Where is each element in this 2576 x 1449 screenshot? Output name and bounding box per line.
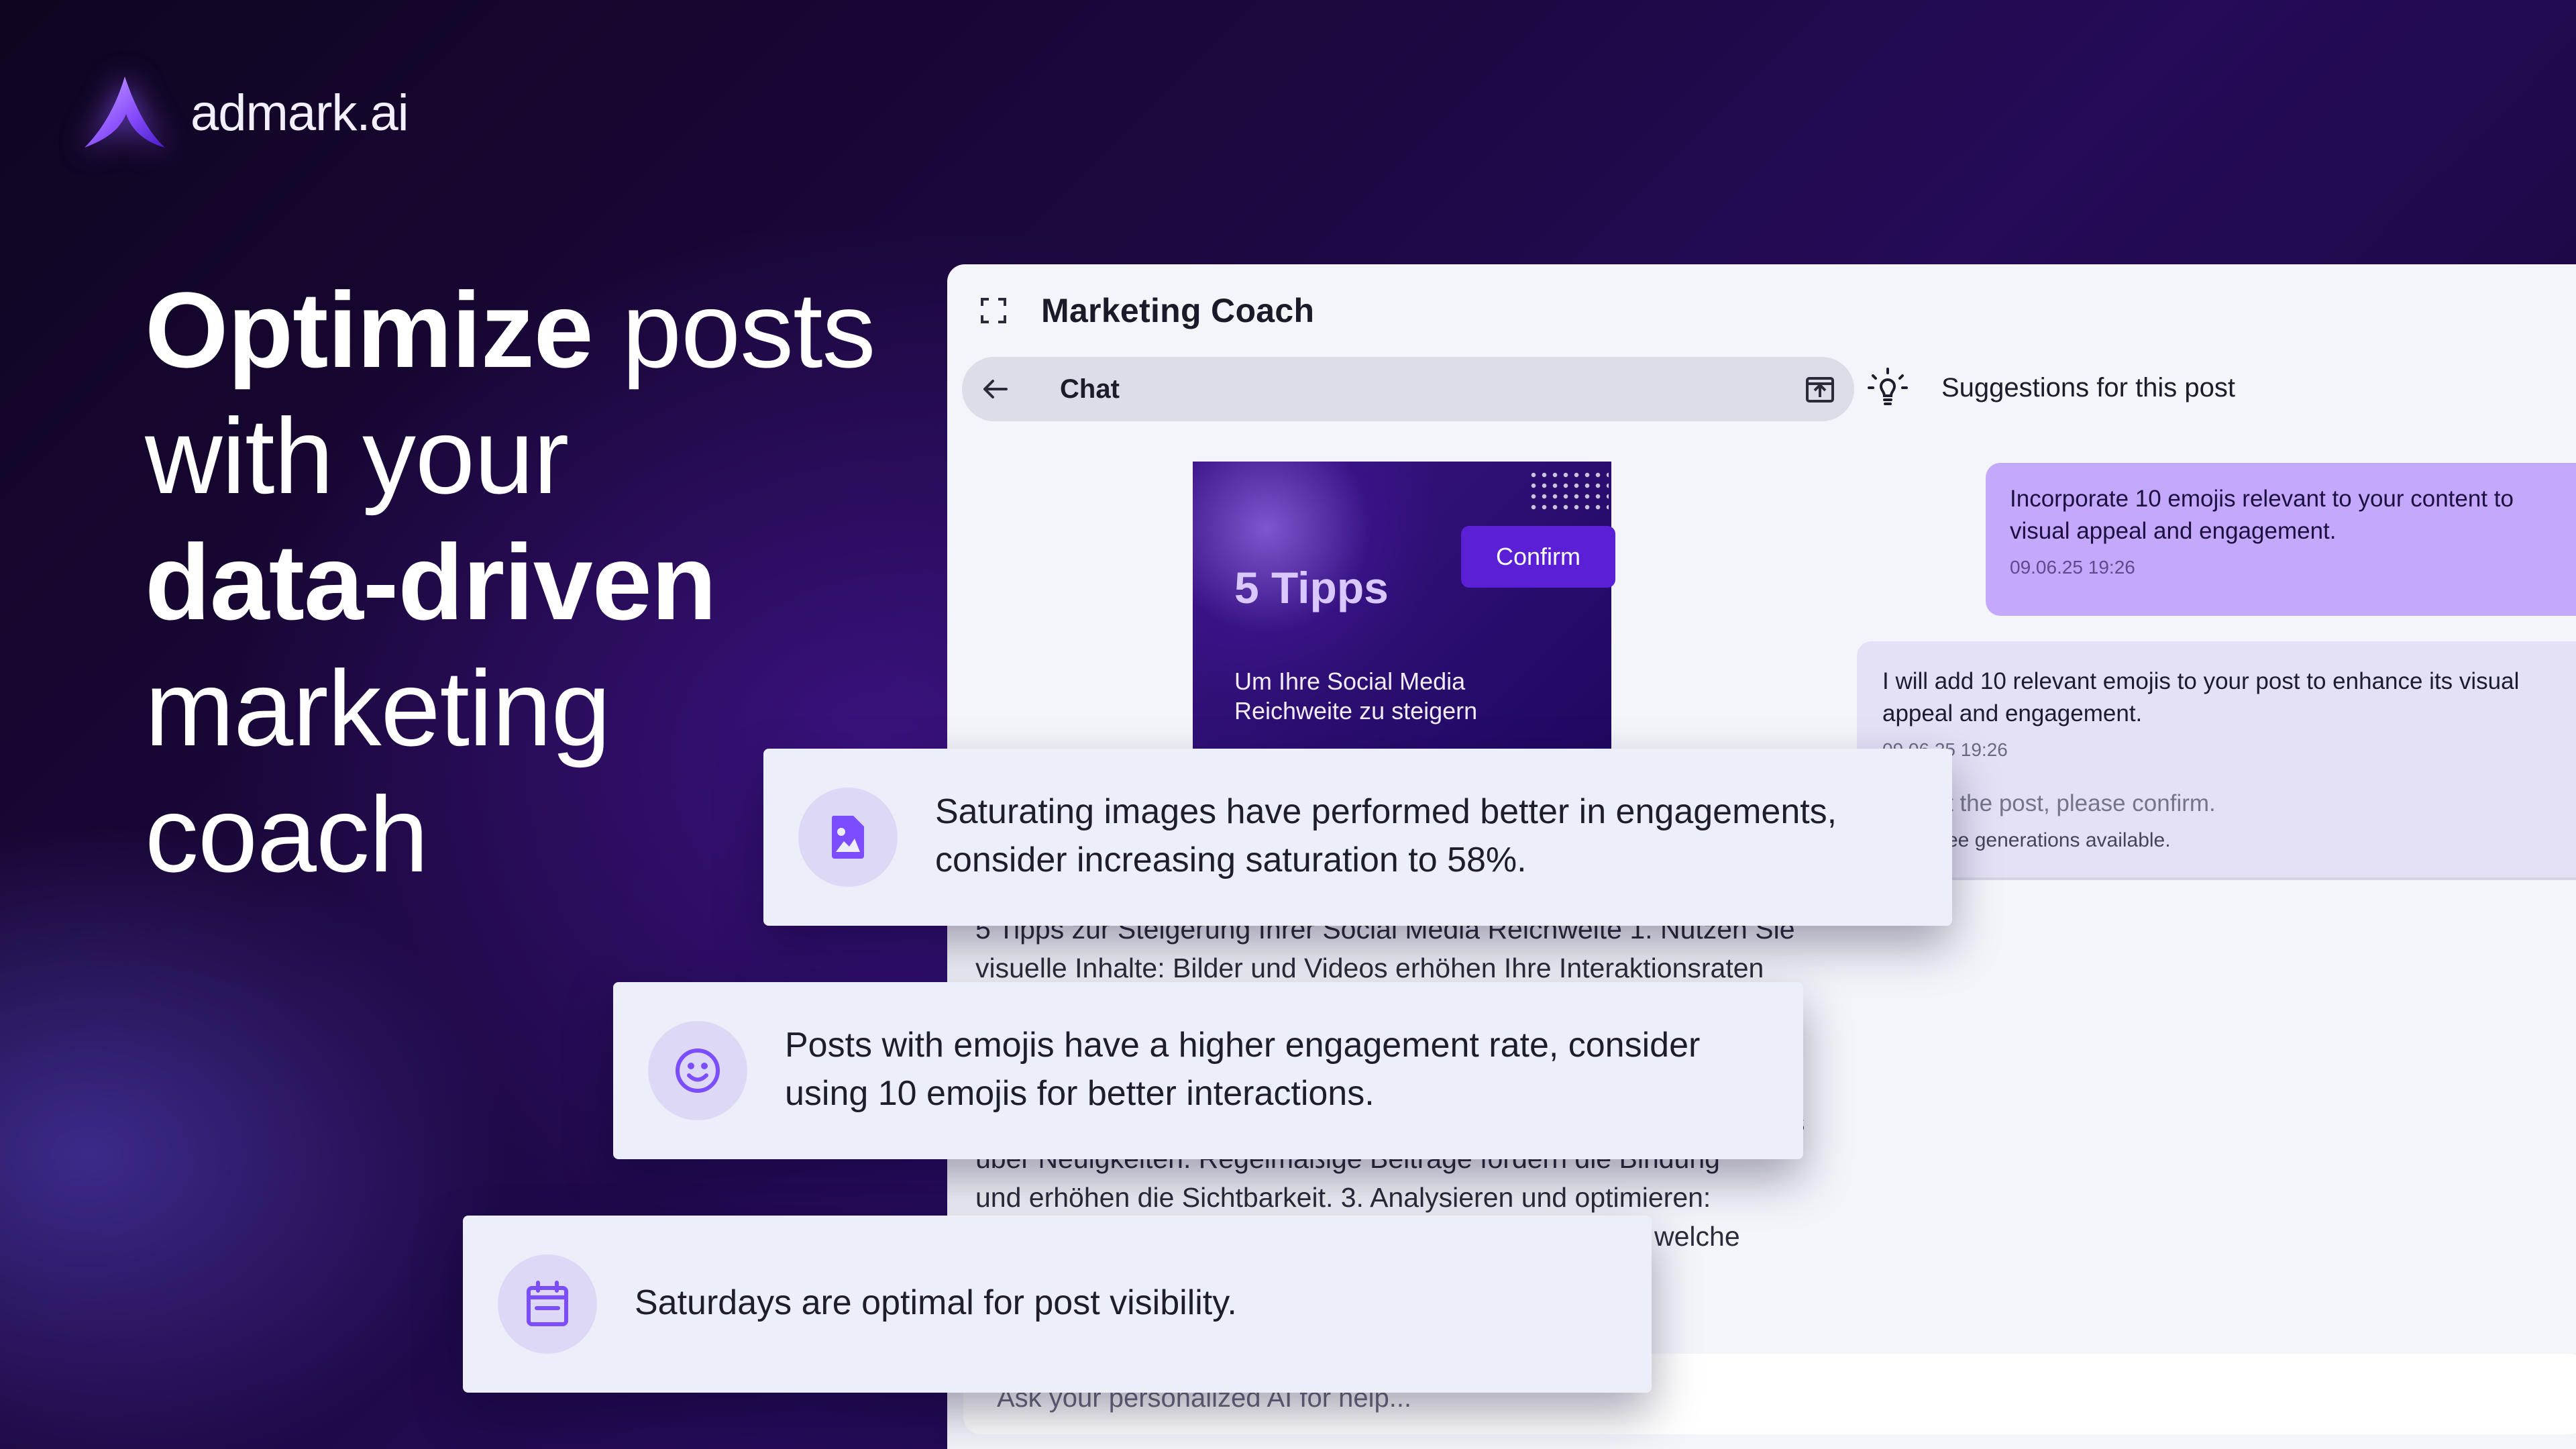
headline-line-3: data-driven	[145, 522, 716, 642]
post-text-line: und erhöhen die Sichtbarkeit. 3. Analysi…	[975, 1182, 1711, 1213]
ai-message: I will add 10 relevant emojis to your po…	[1857, 641, 2576, 877]
calendar-icon	[527, 1281, 568, 1326]
back-arrow-icon[interactable]	[979, 373, 1012, 405]
generations-available: ee generations available.	[1947, 829, 2171, 851]
confirm-button[interactable]: Confirm	[1461, 526, 1615, 588]
user-message-text: Incorporate 10 emojis relevant to your c…	[2010, 486, 2514, 544]
confirm-question: t the post, please confirm.	[1947, 790, 2216, 816]
insight-text: Saturating images have performed better …	[935, 792, 1837, 879]
insight-card-emojis: Posts with emojis have a higher engageme…	[613, 982, 1803, 1159]
insight-icon-circle	[798, 788, 898, 887]
insight-card-saturdays: Saturdays are optimal for post visibilit…	[463, 1216, 1652, 1393]
brand: admark.ai	[79, 72, 409, 153]
insight-text: Saturdays are optimal for post visibilit…	[635, 1283, 1237, 1322]
chat-tab-label: Chat	[1060, 374, 1120, 404]
share-upload-icon[interactable]	[1805, 374, 1835, 405]
expand-icon[interactable]	[979, 297, 1008, 325]
decorative-dots	[1528, 470, 1609, 514]
post-image-subtitle: Um Ihre Social Media Reichweite zu steig…	[1234, 667, 1478, 724]
panel-header: Marketing Coach	[979, 291, 1314, 330]
panel-title: Marketing Coach	[1041, 292, 1315, 329]
lightbulb-icon	[1868, 368, 1908, 405]
post-image: 5 Tipps Um Ihre Social Media Reichweite …	[1193, 462, 1611, 757]
ai-message-time: 09.06.25 19:26	[1882, 739, 2008, 760]
brand-name: admark.ai	[191, 84, 409, 142]
headline-line-2: with your	[145, 396, 569, 516]
insight-icon-circle	[498, 1254, 597, 1354]
ai-message-text: I will add 10 relevant emojis to your po…	[1882, 668, 2520, 727]
user-message: Incorporate 10 emojis relevant to your c…	[1986, 463, 2576, 616]
divider	[1857, 877, 2576, 880]
insight-card-saturation: Saturating images have performed better …	[763, 749, 1952, 926]
suggestions-label: Suggestions for this post	[1941, 373, 2236, 402]
image-icon	[831, 816, 864, 859]
smiley-icon	[676, 1049, 720, 1093]
user-message-time: 09.06.25 19:26	[2010, 557, 2135, 578]
chat-tab-bar[interactable]: Chat	[962, 357, 1854, 421]
insight-icon-circle	[648, 1021, 747, 1120]
post-text-line: welche	[1654, 1221, 1740, 1252]
post-image-title: 5 Tipps	[1234, 563, 1389, 612]
admark-logo-icon	[85, 76, 165, 148]
headline-line-1: Optimize posts	[145, 270, 875, 390]
insight-text: Posts with emojis have a higher engageme…	[785, 1026, 1701, 1113]
